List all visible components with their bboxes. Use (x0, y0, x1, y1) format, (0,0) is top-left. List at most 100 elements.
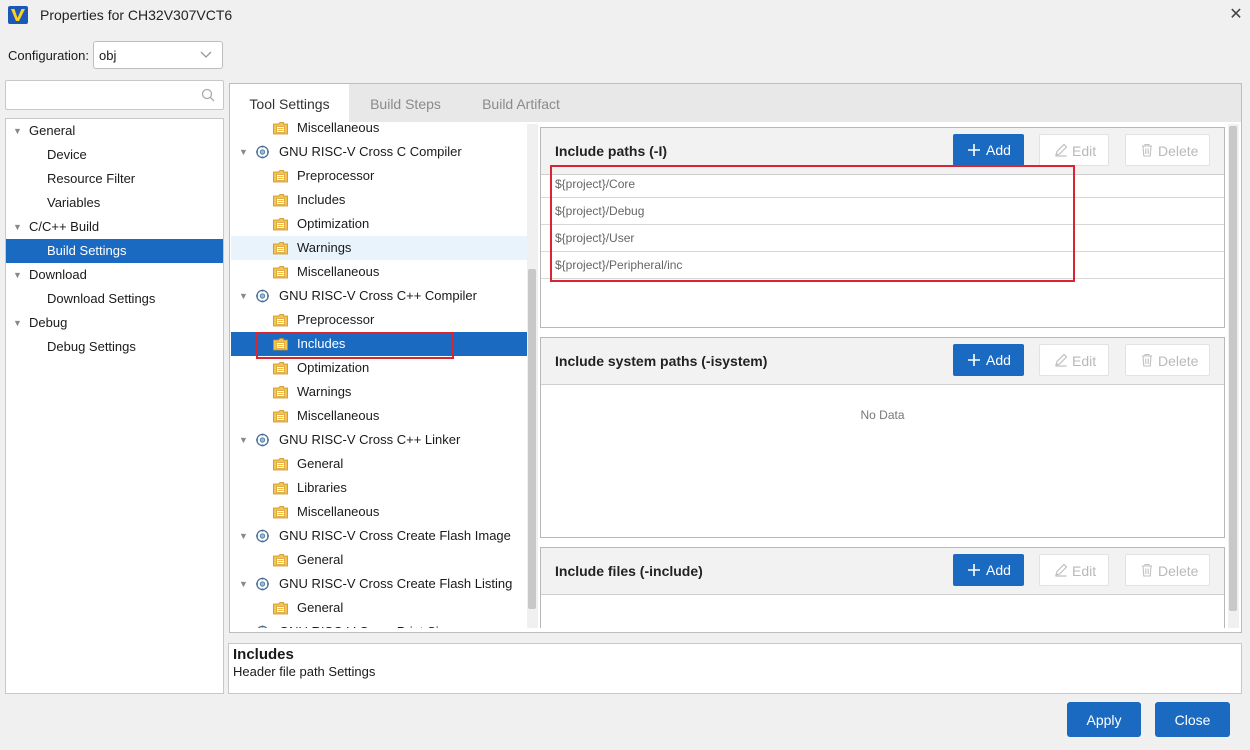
tool-tree-item[interactable]: Includes (231, 332, 527, 356)
tool-tree-item[interactable]: Preprocessor (231, 164, 527, 188)
expand-arrow-icon[interactable]: ▼ (239, 140, 248, 164)
window-title: Properties for CH32V307VCT6 (40, 7, 233, 23)
tool-tree-item[interactable]: ▼ GNU RISC-V Cross Create Flash Listing (231, 572, 527, 596)
configuration-select[interactable]: obj (93, 41, 223, 69)
tool-tree-item-label: Warnings (297, 240, 352, 255)
tab-bar: Tool Settings Build Steps Build Artifact (230, 84, 1241, 122)
expand-arrow-icon[interactable]: ▼ (13, 263, 22, 287)
settings-scroll-thumb[interactable] (1229, 126, 1237, 611)
tool-tree-item[interactable]: Preprocessor (231, 308, 527, 332)
tool-settings-tree: Miscellaneous ▼ GNU RISC-V Cross C Compile… (231, 122, 527, 628)
filter-input[interactable] (5, 80, 224, 110)
include-path-row[interactable]: ${project}/User (541, 225, 1224, 252)
tree-item[interactable]: Device (6, 143, 223, 167)
close-window-icon[interactable]: ✕ (1226, 4, 1246, 24)
property-tree: ▼ General Device Resource Filter Variables ▼ C… (5, 118, 224, 694)
tree-item[interactable]: ▼ Debug (6, 311, 223, 335)
tool-tree-item-label: Miscellaneous (297, 264, 380, 279)
tree-item[interactable]: ▼ Download (6, 263, 223, 287)
tool-tree-item[interactable]: ▼ GNU RISC-V Cross Create Flash Image (231, 524, 527, 548)
include-paths-delete-button[interactable]: Delete (1125, 134, 1210, 166)
tool-tree-item[interactable]: ▼ GNU RISC-V Cross Print Size (231, 620, 527, 628)
include-paths-title: Include paths (-I) (555, 143, 667, 159)
tool-tree-scroll-thumb[interactable] (528, 269, 536, 609)
tree-item[interactable]: Resource Filter (6, 167, 223, 191)
settings-folder-icon (273, 266, 288, 279)
expand-arrow-icon[interactable]: ▼ (239, 284, 248, 308)
apply-button[interactable]: Apply (1067, 702, 1141, 737)
tool-tree-item[interactable]: Includes (231, 188, 527, 212)
tool-tree-item[interactable]: ▼ GNU RISC-V Cross C++ Compiler (231, 284, 527, 308)
tree-item[interactable]: Variables (6, 191, 223, 215)
expand-arrow-icon[interactable]: ▼ (239, 620, 248, 628)
tool-tree-item-label: GNU RISC-V Cross Print Size (279, 620, 452, 628)
include-path-row[interactable]: ${project}/Peripheral/inc (541, 252, 1224, 279)
settings-folder-icon (273, 482, 288, 495)
app-logo-icon (8, 6, 28, 24)
expand-arrow-icon[interactable]: ▼ (13, 311, 22, 335)
include-path-row[interactable]: ${project}/Debug (541, 198, 1224, 225)
include-files-add-button[interactable]: Add (953, 554, 1024, 586)
expand-arrow-icon[interactable]: ▼ (13, 119, 22, 143)
tool-tree-item[interactable]: General (231, 596, 527, 620)
include-system-paths-delete-button[interactable]: Delete (1125, 344, 1210, 376)
tool-tree-item[interactable]: General (231, 452, 527, 476)
include-files-edit-button[interactable]: Edit (1039, 554, 1109, 586)
include-system-paths-edit-button[interactable]: Edit (1039, 344, 1109, 376)
tool-tree-item[interactable]: Libraries (231, 476, 527, 500)
tool-tree-item-label: GNU RISC-V Cross C Compiler (279, 144, 462, 159)
tool-tree-item[interactable]: Optimization (231, 212, 527, 236)
tree-item[interactable]: Build Settings (6, 239, 223, 263)
tree-item-label: C/C++ Build (29, 219, 100, 234)
include-files-delete-button[interactable]: Delete (1125, 554, 1210, 586)
expand-arrow-icon[interactable]: ▼ (239, 572, 248, 596)
tool-tree-item[interactable]: Miscellaneous (231, 260, 527, 284)
tool-tree-item-label: General (297, 600, 344, 615)
tool-tree-item-label: Optimization (297, 216, 370, 231)
tool-tree-item[interactable]: ▼ GNU RISC-V Cross C++ Linker (231, 428, 527, 452)
include-system-paths-add-button[interactable]: Add (953, 344, 1024, 376)
tool-tree-item-label: GNU RISC-V Cross Create Flash Listing (279, 576, 513, 591)
tool-tree-item-label: GNU RISC-V Cross C++ Linker (279, 432, 461, 447)
tool-gear-icon (256, 289, 269, 303)
description-panel: Includes Header file path Settings (228, 643, 1242, 694)
tree-item-label: Download (29, 267, 87, 282)
tool-tree-item[interactable]: Warnings (231, 236, 527, 260)
tab-build-artifact[interactable]: Build Artifact (462, 84, 580, 122)
tree-item-label: Device (47, 147, 87, 162)
tree-item[interactable]: Download Settings (6, 287, 223, 311)
tool-tree-item[interactable]: Miscellaneous (231, 122, 527, 140)
tool-tree-item[interactable]: ▼ GNU RISC-V Cross C Compiler (231, 140, 527, 164)
tool-tree-item[interactable]: General (231, 548, 527, 572)
description-text: Header file path Settings (233, 664, 376, 679)
tool-tree-item[interactable]: Miscellaneous (231, 500, 527, 524)
include-path-row[interactable]: ${project}/Core (541, 171, 1224, 198)
tab-tool-settings[interactable]: Tool Settings (230, 84, 349, 122)
close-button[interactable]: Close (1155, 702, 1230, 737)
tree-item-label: Resource Filter (47, 171, 136, 186)
tool-tree-item-label: Preprocessor (297, 312, 375, 327)
tool-tree-scrollbar[interactable] (527, 124, 538, 628)
tree-item[interactable]: ▼ C/C++ Build (6, 215, 223, 239)
settings-folder-icon (273, 314, 288, 327)
include-paths-header: Include paths (-I) Add Edit Delete (541, 128, 1224, 175)
expand-arrow-icon[interactable]: ▼ (239, 428, 248, 452)
settings-folder-icon (273, 362, 288, 375)
tool-gear-icon (256, 577, 269, 591)
tool-tree-item[interactable]: Warnings (231, 380, 527, 404)
expand-arrow-icon[interactable]: ▼ (239, 524, 248, 548)
tree-item[interactable]: Debug Settings (6, 335, 223, 359)
include-paths-add-button[interactable]: Add (953, 134, 1024, 166)
tool-tree-item[interactable]: Miscellaneous (231, 404, 527, 428)
tree-item-label: Build Settings (47, 243, 127, 258)
tool-tree-item[interactable]: Optimization (231, 356, 527, 380)
include-paths-edit-button[interactable]: Edit (1039, 134, 1109, 166)
tree-item[interactable]: ▼ General (6, 119, 223, 143)
tab-build-steps[interactable]: Build Steps (349, 84, 462, 122)
settings-folder-icon (273, 122, 288, 135)
settings-scrollbar[interactable] (1228, 124, 1239, 628)
settings-folder-icon (273, 242, 288, 255)
configuration-label: Configuration: (8, 48, 89, 63)
pencil-icon (1055, 353, 1068, 367)
expand-arrow-icon[interactable]: ▼ (13, 215, 22, 239)
